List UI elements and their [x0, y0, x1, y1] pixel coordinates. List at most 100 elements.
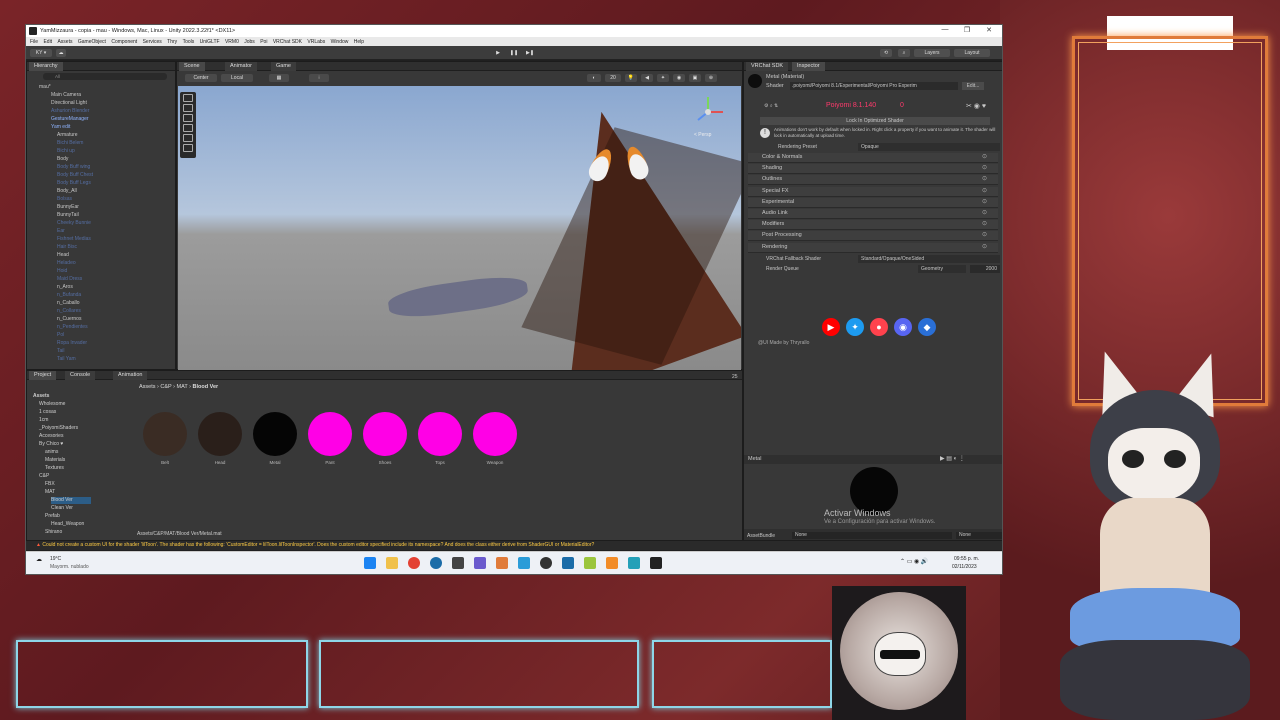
orientation-gizmo[interactable]: [690, 94, 726, 130]
material-label[interactable]: Head: [195, 460, 245, 465]
grid-snap-button[interactable]: ▦: [269, 74, 289, 82]
fallback-shader-dropdown[interactable]: Standard/Opaque/OneSided: [858, 255, 1000, 263]
menu-file[interactable]: File: [30, 39, 38, 45]
app-icon-2[interactable]: [496, 557, 508, 569]
github-icon[interactable]: ◆: [918, 318, 936, 336]
hierarchy-row[interactable]: Directional Light: [51, 99, 87, 107]
rotate-tool-icon[interactable]: [183, 114, 193, 122]
hierarchy-search[interactable]: All: [43, 73, 167, 80]
section-link-icon[interactable]: ⊙: [982, 220, 987, 227]
minimize-button[interactable]: —: [934, 26, 956, 36]
project-folder[interactable]: 1 cosas: [39, 409, 56, 416]
firefox-icon[interactable]: [606, 557, 618, 569]
material-label[interactable]: Metal: [250, 460, 300, 465]
twitter-icon[interactable]: ✦: [846, 318, 864, 336]
perspective-label[interactable]: < Persp: [694, 132, 711, 138]
shader-section-header[interactable]: Post Processing ⊙: [748, 231, 998, 242]
menu-component[interactable]: Component: [111, 39, 137, 45]
audio-icon[interactable]: ◀: [641, 74, 653, 82]
menu-unigltf[interactable]: UniGLTF: [200, 39, 220, 45]
tab-hierarchy[interactable]: Hierarchy: [29, 62, 63, 71]
project-folder[interactable]: Accesories: [39, 433, 63, 440]
obs-icon[interactable]: [540, 557, 552, 569]
maximize-button[interactable]: ❐: [956, 26, 978, 36]
project-folder[interactable]: Wholesome: [39, 401, 65, 408]
section-link-icon[interactable]: ⊙: [982, 198, 987, 205]
breadcrumb-blood-ver[interactable]: Blood Ver: [193, 384, 219, 390]
rendering-preset-dropdown[interactable]: Opaque: [858, 143, 1000, 151]
project-folder[interactable]: Blood Ver: [51, 497, 91, 504]
material-thumbnail[interactable]: [363, 412, 407, 456]
pause-icon[interactable]: ❚❚: [508, 49, 520, 57]
hierarchy-row[interactable]: BunnyTail: [57, 211, 79, 219]
shader-section-header[interactable]: Color & Normals ⊙: [748, 153, 998, 163]
project-folder[interactable]: Shirano: [45, 529, 62, 536]
shader-section-header[interactable]: Audio Link ⊙: [748, 209, 998, 219]
app-icon-3[interactable]: [518, 557, 530, 569]
material-label[interactable]: Weapon: [470, 460, 520, 465]
shader-section-header[interactable]: Modifiers ⊙: [748, 220, 998, 231]
account-dropdown[interactable]: KY ▾: [30, 49, 52, 57]
hierarchy-row[interactable]: Body_All: [57, 187, 77, 195]
lock-in-shader-button[interactable]: Lock In Optimized Shader: [760, 117, 990, 125]
steam-icon[interactable]: [430, 557, 442, 569]
hierarchy-row[interactable]: Cheeky Bunnie: [57, 219, 91, 227]
breadcrumb-assets[interactable]: Assets: [139, 384, 156, 390]
weather-text[interactable]: Mayorm. nublado: [50, 564, 89, 570]
tab-animation[interactable]: Animation: [113, 371, 148, 380]
menu-assets[interactable]: Assets: [57, 39, 72, 45]
breadcrumb-cp[interactable]: C&P: [160, 384, 171, 390]
scene-viewport[interactable]: < Persp: [178, 86, 741, 371]
hierarchy-row[interactable]: Bichi Belem: [57, 139, 83, 147]
shader-section-header[interactable]: Shading ⊙: [748, 164, 998, 175]
material-label[interactable]: Belt: [140, 460, 190, 465]
shader-section-header[interactable]: Experimental ⊙: [748, 197, 998, 208]
search-icon[interactable]: ⌕: [898, 49, 910, 57]
breadcrumb-mat[interactable]: MAT: [177, 384, 188, 390]
hierarchy-row[interactable]: Ear: [57, 227, 65, 235]
inspector-tools-icons[interactable]: ⚙ ⌕ ⇅: [764, 103, 778, 109]
snap-increment-button[interactable]: ⁝: [309, 74, 329, 82]
menu-window[interactable]: Window: [331, 39, 349, 45]
camera-settings-icon[interactable]: ▣: [689, 74, 701, 82]
project-folder[interactable]: By Chico ♥: [39, 441, 63, 448]
app-icon-1[interactable]: [474, 557, 486, 569]
pivot-dropdown[interactable]: Center: [185, 74, 217, 82]
assetbundle-dropdown[interactable]: None: [792, 532, 952, 539]
menu-vrlabs[interactable]: VRLabs: [307, 39, 325, 45]
hierarchy-row[interactable]: Body Buff Chest: [57, 171, 93, 179]
hierarchy-row[interactable]: Ashurion Blender: [51, 107, 89, 115]
app-icon-4[interactable]: [562, 557, 574, 569]
hierarchy-row[interactable]: BunnyEar: [57, 203, 79, 211]
clock-date[interactable]: 02/11/2023: [952, 564, 977, 570]
clock-time[interactable]: 09:55 p. m.: [954, 556, 979, 562]
material-label[interactable]: Tops: [415, 460, 465, 465]
close-button[interactable]: ✕: [978, 26, 1000, 36]
project-folder[interactable]: Prefab: [45, 513, 60, 520]
hierarchy-row[interactable]: Tail: [57, 347, 65, 355]
render-queue-value[interactable]: 2000: [970, 265, 1000, 273]
hierarchy-row[interactable]: GestureManager: [51, 115, 89, 123]
tab-project[interactable]: Project: [29, 371, 57, 380]
section-link-icon[interactable]: ⊙: [982, 164, 987, 171]
app-icon-5[interactable]: [584, 557, 596, 569]
menu-services[interactable]: Services: [143, 39, 162, 45]
layout-dropdown[interactable]: Layout: [954, 49, 990, 57]
project-folder[interactable]: C&P: [39, 473, 49, 480]
section-link-icon[interactable]: ⊙: [982, 187, 987, 194]
hidden-objects-icon[interactable]: ◉: [673, 74, 685, 82]
effects-icon[interactable]: ✦: [657, 74, 669, 82]
poiyomi-tools-icons[interactable]: ✂ ◉ ♥: [966, 102, 986, 110]
shader-section-header[interactable]: Special FX ⊙: [748, 186, 998, 197]
hierarchy-row[interactable]: Body: [57, 155, 68, 163]
unity-taskbar-icon[interactable]: [650, 557, 662, 569]
project-folder[interactable]: FBX: [45, 481, 55, 488]
hierarchy-row[interactable]: Body Buff wing: [57, 163, 90, 171]
hierarchy-row[interactable]: Fishnet Medias: [57, 235, 91, 243]
terminal-icon[interactable]: [452, 557, 464, 569]
shader-edit-button[interactable]: Edit...: [962, 82, 984, 90]
hierarchy-row[interactable]: Hair Bisc: [57, 243, 77, 251]
console-status-bar[interactable]: ▲ Could not create a custom UI for the s…: [26, 541, 1002, 550]
hierarchy-row[interactable]: Head: [57, 251, 69, 259]
youtube-icon[interactable]: ▶: [822, 318, 840, 336]
